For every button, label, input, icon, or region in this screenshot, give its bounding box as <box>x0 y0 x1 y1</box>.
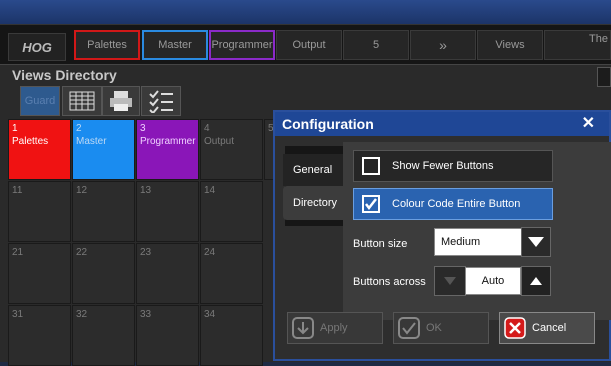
views-button[interactable]: Views <box>477 30 543 60</box>
ok-button[interactable]: OK <box>393 312 489 344</box>
programmer-button[interactable]: Programmer <box>209 30 275 60</box>
view-cell-13[interactable]: 13 <box>136 181 199 242</box>
buttons-across-field[interactable]: Auto <box>465 267 521 295</box>
view-cell-23[interactable]: 23 <box>136 243 199 304</box>
check-icon <box>398 317 420 339</box>
panel-close-button[interactable] <box>597 67 611 87</box>
dialog-title: Configuration <box>282 116 374 132</box>
triangle-down-icon <box>444 277 456 285</box>
printer-icon <box>110 91 132 111</box>
colour-code-entire-button-checkbox[interactable]: Colour Code Entire Button <box>353 188 553 220</box>
view-cell-14[interactable]: 14 <box>200 181 263 242</box>
colour-code-label: Colour Code Entire Button <box>392 198 521 210</box>
grid-icon <box>69 91 95 111</box>
configuration-dialog: Configuration ✕ General Directory Show F… <box>273 110 611 361</box>
show-fewer-buttons-checkbox[interactable]: Show Fewer Buttons <box>353 150 553 182</box>
button-size-down-button[interactable] <box>521 227 551 257</box>
more-button[interactable]: » <box>410 30 476 60</box>
spreadsheet-view-button[interactable] <box>62 86 102 116</box>
buttons-across-label: Buttons across <box>353 276 426 288</box>
checklist-button[interactable] <box>141 86 181 116</box>
view-cell-33[interactable]: 33 <box>136 305 199 366</box>
view-cell-32[interactable]: 32 <box>72 305 135 366</box>
view-cell-12[interactable]: 12 <box>72 181 135 242</box>
buttons-across-down-button[interactable] <box>434 266 466 296</box>
button-size-field[interactable]: Medium <box>434 228 522 256</box>
button-size-label: Button size <box>353 238 408 250</box>
view-cell-31[interactable]: 31 <box>8 305 71 366</box>
apply-button[interactable]: Apply <box>287 312 383 344</box>
output-button[interactable]: Output <box>276 30 342 60</box>
hog-logo: HOG <box>8 33 66 61</box>
guard-button[interactable]: Guard <box>20 86 60 116</box>
main-toolbar: HOG Palettes Master Programmer Output 5 … <box>0 24 611 65</box>
theme-button[interactable]: The <box>544 30 611 60</box>
view-cell-programmer[interactable]: 3 Programmer <box>136 119 199 180</box>
view-cell-palettes[interactable]: 1 Palettes <box>8 119 71 180</box>
ok-label: OK <box>426 322 442 334</box>
view-cell-master[interactable]: 2 Master <box>72 119 135 180</box>
cancel-x-icon <box>504 317 526 339</box>
checkmark-icon <box>362 195 380 213</box>
title-strip <box>0 0 611 24</box>
dialog-title-bar: Configuration ✕ <box>275 112 609 136</box>
view-cell-output[interactable]: 4 Output <box>200 119 263 180</box>
close-icon[interactable]: ✕ <box>582 112 595 136</box>
view-5-button[interactable]: 5 <box>343 30 409 60</box>
view-cell-11[interactable]: 11 <box>8 181 71 242</box>
view-cell-34[interactable]: 34 <box>200 305 263 366</box>
master-button[interactable]: Master <box>142 30 208 60</box>
tab-general[interactable]: General <box>283 154 345 186</box>
palettes-button[interactable]: Palettes <box>74 30 140 60</box>
print-button[interactable] <box>102 86 140 116</box>
views-directory-title: Views Directory <box>12 67 117 83</box>
unchecked-box-icon <box>362 157 380 175</box>
view-cell-22[interactable]: 22 <box>72 243 135 304</box>
cancel-label: Cancel <box>532 322 567 334</box>
view-cell-21[interactable]: 21 <box>8 243 71 304</box>
triangle-down-icon <box>528 237 544 247</box>
show-fewer-buttons-label: Show Fewer Buttons <box>392 160 494 172</box>
cancel-button[interactable]: Cancel <box>499 312 595 344</box>
view-cell-24[interactable]: 24 <box>200 243 263 304</box>
checklist-icon <box>149 90 173 113</box>
buttons-across-up-button[interactable] <box>521 266 551 296</box>
tab-directory[interactable]: Directory <box>283 186 345 220</box>
apply-label: Apply <box>320 322 348 334</box>
download-icon <box>292 317 314 339</box>
triangle-up-icon <box>530 277 542 285</box>
